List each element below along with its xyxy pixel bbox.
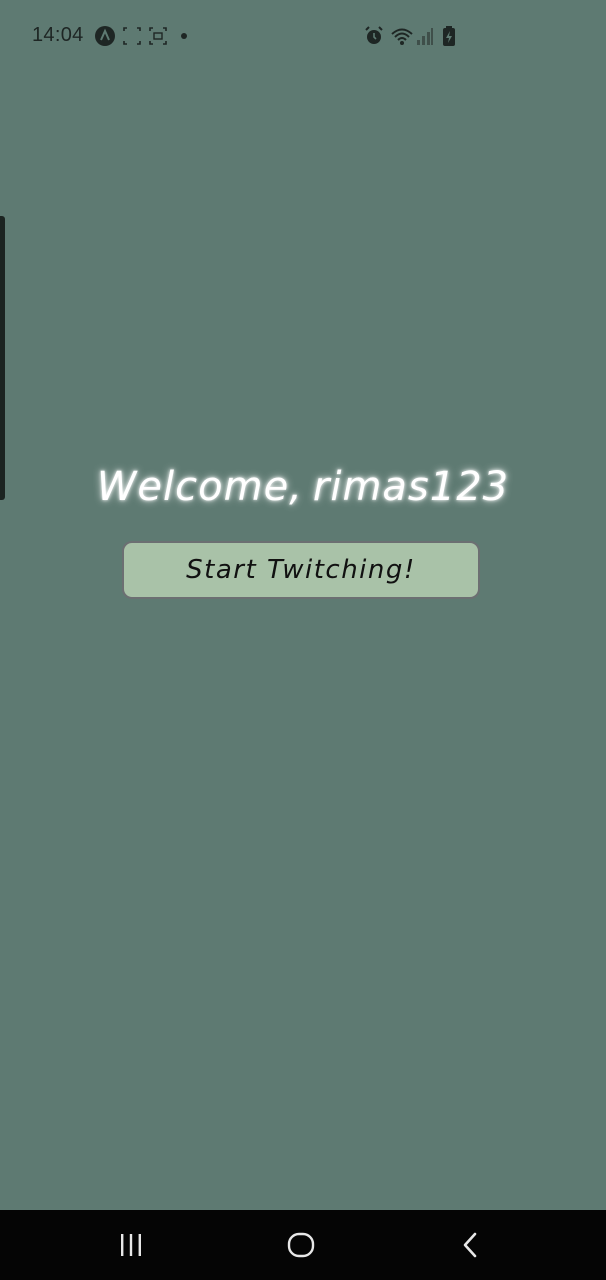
signal-icon (417, 28, 433, 45)
battery-icon (443, 26, 455, 46)
alarm-icon (365, 26, 383, 44)
username: rimas123 (312, 464, 510, 510)
screenshot-icon (123, 27, 141, 45)
welcome-prefix: Welcome, (96, 464, 303, 510)
home-button[interactable] (281, 1230, 321, 1260)
start-twitching-button[interactable]: Start Twitching! (122, 541, 480, 599)
wifi-icon (391, 28, 413, 45)
back-icon (463, 1232, 477, 1258)
status-time: 14:04 (32, 24, 84, 46)
scan-icon (149, 27, 167, 45)
app-a-icon (95, 26, 115, 46)
navigation-bar (0, 1210, 606, 1280)
welcome-heading: Welcome, rimas123 (0, 464, 606, 510)
recent-apps-icon (121, 1234, 141, 1256)
home-icon (287, 1232, 315, 1258)
start-twitching-label: Start Twitching! (186, 555, 416, 585)
status-bar: 14:04 (0, 0, 606, 72)
notification-dot-icon (181, 33, 187, 39)
back-button[interactable] (451, 1230, 491, 1260)
edge-panel-handle[interactable] (0, 216, 5, 500)
recent-apps-button[interactable] (111, 1230, 151, 1260)
